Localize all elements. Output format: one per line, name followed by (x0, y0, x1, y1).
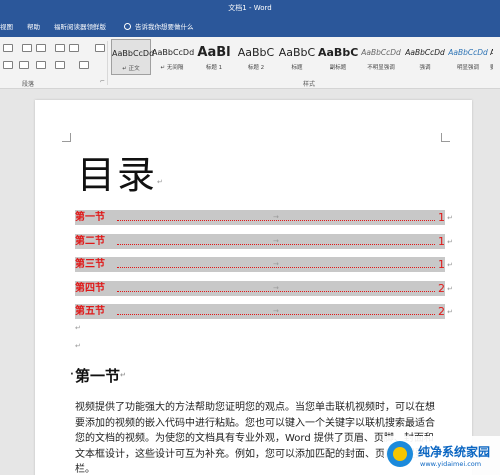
toc-entry[interactable]: 第五节 → 2 ↵ (75, 304, 453, 319)
window-title: 文档1 - Word (228, 4, 272, 12)
paragraph-mark: ↵ (447, 214, 453, 222)
title-bar: 文档1 - Word (0, 0, 500, 17)
borders-button[interactable] (79, 61, 89, 69)
paragraph-mark: ↵ (447, 261, 453, 269)
paragraph-group-label: 段落 (22, 81, 35, 88)
margin-corner-top-right (441, 133, 450, 142)
style-sample: AaBbCcDd (112, 49, 155, 58)
section-heading[interactable]: · 第一节↵ (70, 365, 126, 386)
chinese-layout-button[interactable] (69, 44, 79, 52)
document-canvas: 目录↵ 第一节 → 1 ↵ 第二节 → 1 ↵ 第三节 → 1 ↵ 第四节 → … (0, 89, 500, 475)
toc-heading-text: 目录 (77, 153, 158, 197)
toc-entry-page: 1 (438, 235, 445, 248)
toc-entry-page: 1 (438, 258, 445, 271)
style-name: ↵ 无间隔 (160, 65, 184, 71)
tab-view[interactable]: 视图 (0, 17, 13, 37)
paragraph-mark: ↵ (447, 308, 453, 316)
style-normal[interactable]: AaBbCcDd ↵ 正文 (111, 39, 155, 75)
style-name: 标题 1 (205, 65, 223, 71)
style-name: 副标题 (329, 65, 347, 71)
style-name: 标题 (291, 65, 303, 71)
style-sample: AaBbCcDd (405, 48, 445, 57)
style-sample: AaBbCcDd (361, 48, 401, 57)
style-intense-emphasis[interactable]: AaBbCcDd 明显强调 (447, 39, 489, 75)
style-sample: AaBbCcDd (448, 48, 488, 57)
tab-mark: → (273, 307, 279, 315)
document-page[interactable]: 目录↵ 第一节 → 1 ↵ 第二节 → 1 ↵ 第三节 → 1 ↵ 第四节 → … (35, 100, 472, 475)
styles-group-label: 样式 (303, 81, 316, 88)
heading-bullet-mark: · (70, 369, 74, 380)
tab-mark: → (273, 237, 279, 245)
ribbon-separator (107, 41, 108, 85)
tell-me-box[interactable]: 告诉我你想要做什么 (124, 17, 194, 37)
toc-entry-page: 2 (438, 282, 445, 295)
show-marks-button[interactable] (95, 44, 105, 52)
watermark-logo-icon (387, 441, 413, 467)
toc-entry[interactable]: 第四节 → 2 ↵ (75, 281, 453, 296)
decrease-indent-button[interactable] (55, 44, 65, 52)
style-sample: AaBbCcDd (152, 48, 195, 57)
toc-entry-page: 1 (438, 211, 445, 224)
style-heading-1[interactable]: AaBl 标题 1 (193, 39, 235, 75)
toc-entry-title: 第四节 (75, 283, 105, 294)
toc-entry[interactable]: 第二节 → 1 ↵ (75, 234, 453, 249)
tab-mark: → (273, 260, 279, 268)
ribbon: 段落 ⌐ AaBbCcDd ↵ 正文 AaBbCcDd ↵ 无间隔 AaBl 标… (0, 37, 500, 89)
paragraph-mark: ↵ (447, 238, 453, 246)
lightbulb-icon (124, 23, 131, 30)
tab-mark: → (273, 213, 279, 221)
style-strong[interactable]: AaBbCcDd 要点 (490, 39, 493, 75)
tab-help[interactable]: 帮助 (27, 17, 40, 37)
multilevel-list-button[interactable] (36, 44, 46, 52)
paragraph-mark: ↵ (75, 324, 81, 332)
section-heading-text: 第一节 (75, 367, 121, 385)
style-sample: AaBbCcDd (490, 48, 493, 57)
paragraph-mark: ↵ (120, 371, 126, 379)
style-subtle-emphasis[interactable]: AaBbCcDd 不明显强调 (359, 39, 403, 75)
toc-entry[interactable]: 第一节 → 1 ↵ (75, 210, 453, 225)
style-name: 不明显强调 (367, 65, 395, 71)
align-justify-button[interactable] (3, 61, 13, 69)
style-subtitle[interactable]: AaBbC 副标题 (318, 39, 358, 75)
numbering-button[interactable] (22, 44, 32, 52)
style-heading-2[interactable]: AaBbC 标题 2 (236, 39, 276, 75)
toc-entry-title: 第三节 (75, 259, 105, 270)
toc-entry-title: 第二节 (75, 236, 105, 247)
style-sample: AaBbC (278, 46, 316, 59)
margin-corner-top-left (62, 133, 71, 142)
shading-button[interactable] (55, 61, 65, 69)
watermark-url: www.yidaimei.com (420, 460, 482, 468)
style-no-spacing[interactable]: AaBbCcDd ↵ 无间隔 (152, 39, 195, 75)
style-sample: AaBl (197, 45, 231, 60)
tell-me-text: 告诉我你想要做什么 (135, 23, 194, 31)
bullets-button[interactable] (3, 44, 13, 52)
toc-heading[interactable]: 目录↵ (77, 153, 163, 204)
style-sample: AaBbC (237, 46, 275, 59)
line-spacing-button[interactable] (36, 61, 46, 69)
style-sample: AaBbC (318, 46, 358, 59)
styles-gallery: AaBbCcDd ↵ 正文 AaBbCcDd ↵ 无间隔 AaBl 标题 1 A… (111, 39, 493, 75)
style-name: 强调 (419, 65, 431, 71)
toc-entry-title: 第一节 (75, 212, 105, 223)
paragraph-mark: ↵ (157, 178, 163, 186)
style-name: ↵ 正文 (122, 66, 140, 72)
distributed-button[interactable] (19, 61, 29, 69)
paragraph-launcher-icon[interactable]: ⌐ (100, 78, 105, 85)
toc-entry-title: 第五节 (75, 306, 105, 317)
tab-foxit-reader[interactable]: 福昕阅读器领鲜版 (54, 17, 106, 37)
site-watermark: 纯净系统家园 www.yidaimei.com (384, 436, 500, 475)
paragraph-mark: ↵ (447, 285, 453, 293)
style-name: 要点 (490, 65, 493, 71)
style-name: 明显强调 (456, 65, 479, 71)
style-name: 标题 2 (247, 65, 265, 71)
style-emphasis[interactable]: AaBbCcDd 强调 (404, 39, 446, 75)
style-title[interactable]: AaBbC 标题 (277, 39, 317, 75)
toc-entry-page: 2 (438, 305, 445, 318)
menu-bar: 视图 帮助 福昕阅读器领鲜版 告诉我你想要做什么 (0, 17, 500, 37)
toc-entry[interactable]: 第三节 → 1 ↵ (75, 257, 453, 272)
watermark-title: 纯净系统家园 (418, 445, 491, 459)
tab-mark: → (273, 284, 279, 292)
paragraph-mark: ↵ (75, 342, 81, 350)
